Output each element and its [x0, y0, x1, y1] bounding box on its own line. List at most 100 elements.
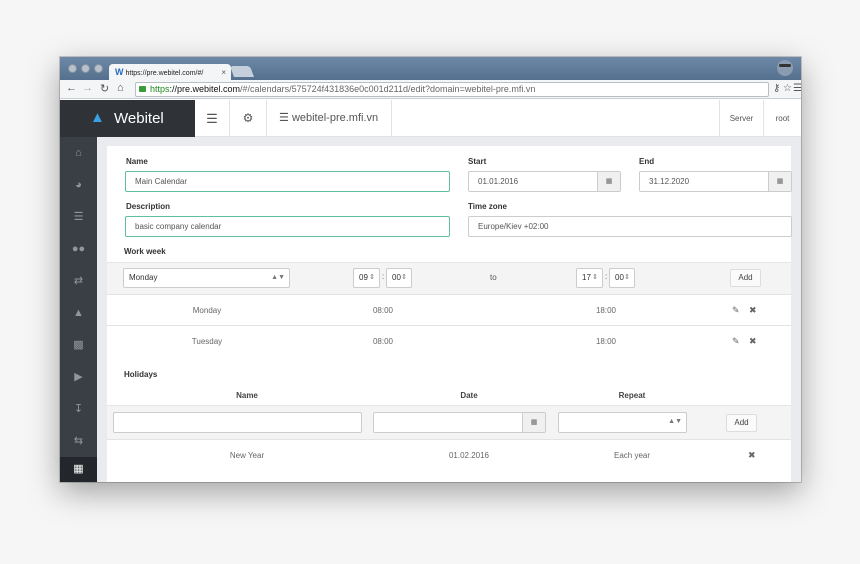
close-window-dot[interactable] — [68, 64, 77, 73]
description-input[interactable]: basic company calendar — [125, 216, 450, 237]
brand[interactable]: ▲ Webitel — [60, 100, 195, 137]
col-date-header: Date — [460, 391, 478, 400]
browser-titlebar: Whttps://pre.webitel.com/#/ × — [60, 57, 801, 81]
col-repeat-header: Repeat — [618, 391, 646, 400]
forward-icon[interactable]: → — [82, 82, 93, 94]
close-icon[interactable]: ✖ — [749, 326, 757, 357]
domain-selector[interactable]: ☰ webitel-pre.mfi.vn — [267, 100, 392, 137]
download-icon[interactable]: ↧ — [60, 393, 97, 425]
close-icon[interactable]: ✖ — [749, 295, 757, 326]
address-bar: ← → ↻ ⌂ https://pre.webitel.com/#/calend… — [60, 80, 801, 99]
url-scheme: https — [150, 84, 170, 94]
to-hour-value: 17 — [582, 273, 591, 282]
from-hour-select[interactable]: 09 ⇕ — [353, 268, 380, 288]
holiday-name-input[interactable] — [113, 412, 362, 433]
name-label: Name — [126, 157, 148, 166]
stepper-icon: ⇕ — [624, 274, 630, 281]
tab-title: https://pre.webitel.com/#/ — [125, 70, 204, 77]
row-day: Monday — [192, 306, 222, 315]
from-minute-select[interactable]: 00 ⇕ — [386, 268, 412, 288]
stepper-icon: ⇕ — [401, 274, 407, 281]
reload-icon[interactable]: ↻ — [100, 82, 109, 95]
database-icon[interactable]: ☰ — [60, 201, 97, 233]
timezone-label: Time zone — [468, 202, 507, 211]
row-day: Tuesday — [191, 337, 223, 346]
from-minute-value: 00 — [392, 273, 401, 282]
dashboard-icon[interactable]: ◕ — [60, 169, 97, 201]
browser-window: Whttps://pre.webitel.com/#/ × ← → ↻ ⌂ ht… — [60, 57, 801, 482]
calendar-icon[interactable]: ▦ — [522, 413, 545, 432]
home-icon[interactable]: ⌂ — [117, 82, 124, 94]
holiday-date: 01.02.2016 — [448, 451, 490, 460]
server-button[interactable]: Server — [719, 100, 764, 137]
holidays-label: Holidays — [124, 370, 158, 379]
end-date-value: 31.12.2020 — [649, 177, 690, 186]
table-row: Monday 08:00 18:00 ✎ ✖ — [107, 295, 791, 326]
table-row: Tuesday 08:00 18:00 ✎ ✖ — [107, 326, 791, 357]
database-icon: ☰ — [279, 112, 289, 124]
main-content: Name Main Calendar Start 01.01.2016 ▦ En… — [97, 137, 801, 482]
timezone-input[interactable]: Europe/Kiev +02:00 — [468, 216, 792, 237]
close-icon[interactable]: ✖ — [748, 440, 756, 471]
calendar-icon[interactable]: ▦ — [768, 172, 791, 191]
minimize-window-dot[interactable] — [81, 64, 90, 73]
chart-icon[interactable]: ▩ — [60, 329, 97, 361]
new-tab-button[interactable] — [229, 66, 255, 77]
key-icon[interactable]: ⚷ — [773, 83, 780, 94]
user-menu-button[interactable]: root — [764, 100, 801, 137]
incognito-icon — [777, 60, 793, 76]
domain-name: webitel-pre.mfi.vn — [291, 112, 379, 124]
calendar-icon[interactable]: ▦ — [60, 457, 97, 482]
hamburger-menu-icon[interactable]: ☰ — [195, 100, 230, 137]
users-icon[interactable]: ●● — [60, 233, 97, 265]
day-select-value: Monday — [129, 273, 158, 282]
holiday-date-input[interactable]: ▦ — [373, 412, 546, 433]
lock-icon — [139, 86, 146, 92]
to-minute-value: 00 — [615, 273, 624, 282]
to-hour-select[interactable]: 17 ⇕ — [576, 268, 603, 288]
random-icon[interactable]: ⇄ — [60, 265, 97, 297]
table-row: New Year 01.02.2016 Each year ✖ — [107, 440, 791, 471]
end-date-input[interactable]: 31.12.2020 ▦ — [639, 171, 792, 192]
menu-icon[interactable]: ☰ — [793, 83, 801, 94]
brand-name: Webitel — [114, 110, 164, 127]
name-input[interactable]: Main Calendar — [125, 171, 450, 192]
holiday-name: New Year — [229, 451, 265, 460]
zoom-window-dot[interactable] — [94, 64, 103, 73]
workweek-add-button[interactable]: Add — [730, 269, 761, 287]
url-path: /#/calendars/575724f431836e0c001d211d/ed… — [240, 84, 536, 94]
browser-tab[interactable]: Whttps://pre.webitel.com/#/ × — [109, 64, 231, 81]
row-start: 08:00 — [372, 337, 394, 346]
repeat-select[interactable]: ▲▼ — [558, 412, 687, 433]
home-icon[interactable]: ⌂ — [60, 137, 97, 169]
workweek-add-bar: Monday ▲▼ 09 ⇕ : 00 ⇕ to 17 ⇕ : 00 ⇕ Add — [107, 262, 791, 295]
stepper-icon: ⇕ — [592, 274, 598, 281]
holiday-add-button[interactable]: Add — [726, 414, 757, 432]
calendar-icon[interactable]: ▦ — [597, 172, 620, 191]
pencil-icon[interactable]: ✎ — [732, 295, 740, 326]
start-date-value: 01.01.2016 — [478, 177, 519, 186]
time-separator: : — [605, 272, 608, 281]
to-label: to — [490, 273, 497, 282]
star-icon[interactable]: ☆ — [783, 83, 792, 94]
stepper-icon: ⇕ — [369, 274, 375, 281]
cogs-icon[interactable]: ⚙ — [230, 100, 267, 137]
row-end: 18:00 — [595, 337, 617, 346]
sitemap-icon[interactable]: ▲ — [60, 297, 97, 329]
start-date-input[interactable]: 01.01.2016 ▦ — [468, 171, 621, 192]
to-minute-select[interactable]: 00 ⇕ — [609, 268, 635, 288]
play-icon[interactable]: ▶ — [60, 361, 97, 393]
holiday-add-bar: ▦ ▲▼ Add — [107, 405, 791, 440]
select-arrow-icon: ▲▼ — [271, 274, 285, 281]
day-select[interactable]: Monday ▲▼ — [123, 268, 290, 288]
app-header: ▲ Webitel ☰ ⚙ ☰ webitel-pre.mfi.vn Serve… — [60, 100, 801, 137]
url-host: ://pre.webitel.com — [169, 84, 241, 94]
back-icon[interactable]: ← — [66, 82, 77, 94]
exchange-icon[interactable]: ⇆ — [60, 425, 97, 457]
screenshot-stage: Whttps://pre.webitel.com/#/ × ← → ↻ ⌂ ht… — [0, 0, 860, 564]
calendar-edit-panel: Name Main Calendar Start 01.01.2016 ▦ En… — [107, 146, 792, 482]
url-input[interactable]: https://pre.webitel.com/#/calendars/5757… — [135, 82, 769, 97]
workweek-label: Work week — [124, 247, 166, 256]
pencil-icon[interactable]: ✎ — [732, 326, 740, 357]
tab-close-icon[interactable]: × — [221, 64, 226, 81]
